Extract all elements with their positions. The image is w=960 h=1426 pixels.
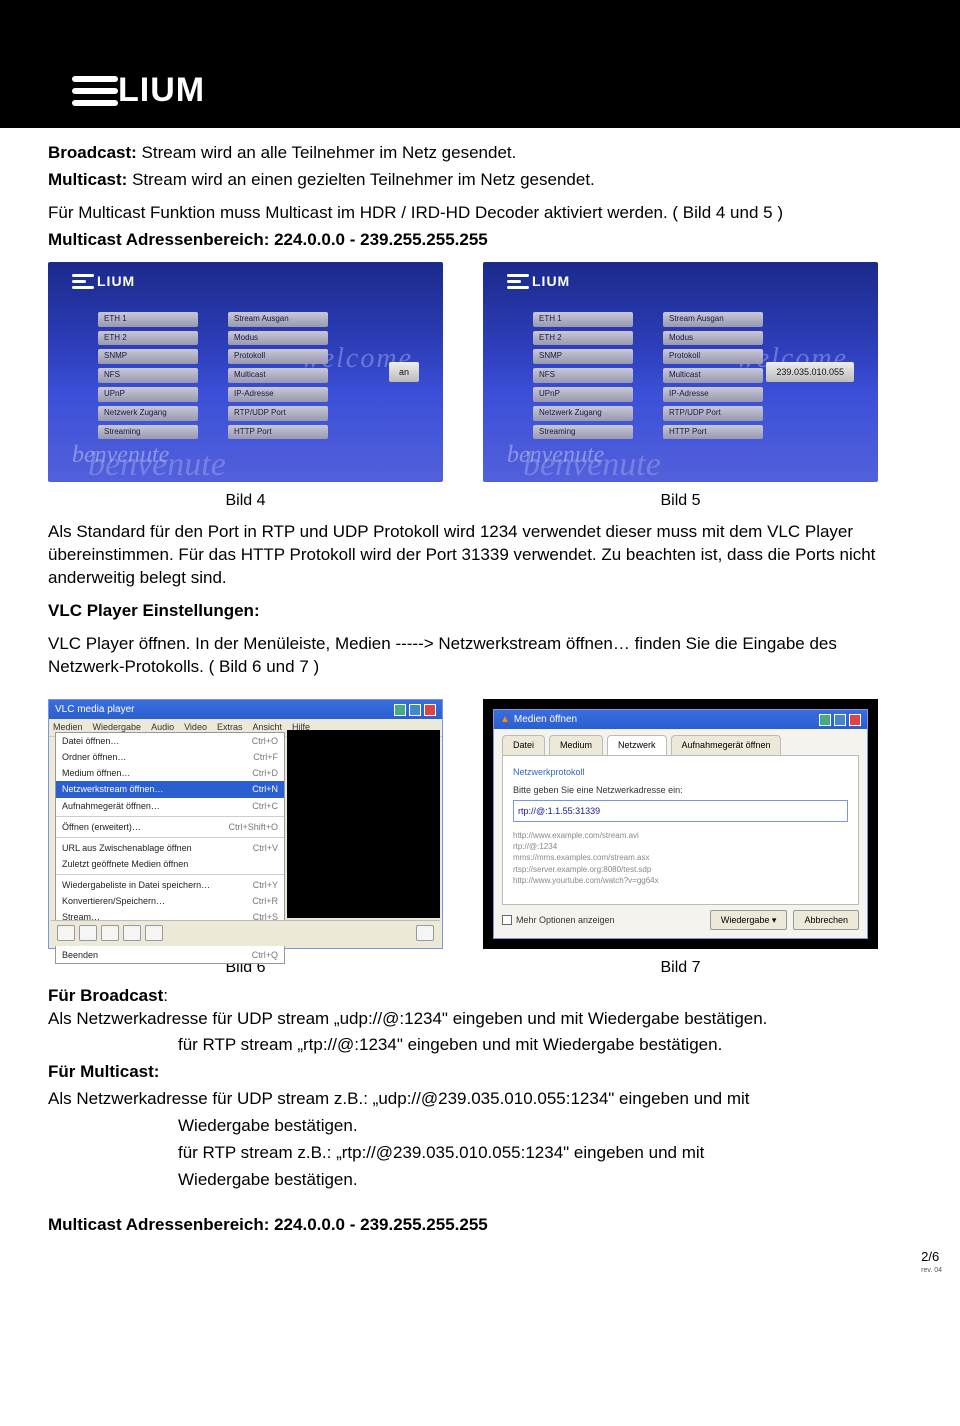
dialog-tab[interactable]: Medium [549, 735, 603, 754]
menu-item: Streaming [98, 425, 198, 440]
menu-item: Netzwerk Zugang [98, 406, 198, 421]
menu-item: ETH 1 [98, 312, 198, 327]
menu-item: Modus [228, 331, 328, 346]
page-content: Broadcast: Stream wird an alle Teilnehme… [0, 128, 960, 1285]
page-number: 2/6 rev. 04 [921, 1248, 942, 1275]
logo: LIUM [72, 68, 205, 114]
menu-item[interactable]: URL aus Zwischenablage öffnenCtrl+V [56, 840, 284, 856]
dialog-examples: http://www.example.com/stream.avirtp://@… [513, 830, 848, 886]
broadcast-text: Stream wird an alle Teilnehmer im Netz g… [137, 143, 517, 162]
dialog-tabs: DateiMediumNetzwerkAufnahmegerät öffnen [494, 729, 867, 754]
screenshot-bild5: LIUM welcome ETH 1ETH 2SNMPNFSUPnPNetzwe… [483, 262, 878, 482]
screenshot-bild4: LIUM welcome ETH 1ETH 2SNMPNFSUPnPNetzwe… [48, 262, 443, 482]
dialog-panel: Netzwerkprotokoll Bitte geben Sie eine N… [502, 755, 859, 905]
menu-item: RTP/UDP Port [228, 406, 328, 421]
menu-item: UPnP [98, 387, 198, 402]
vlc-title: VLC media player [55, 703, 134, 717]
menu-item: HTTP Port [228, 425, 328, 440]
menu-item[interactable]: Öffnen (erweitert)…Ctrl+Shift+O [56, 819, 284, 835]
vlc-video-area [287, 730, 440, 918]
caption-row-1: Bild 4 Bild 5 [48, 490, 912, 512]
highlight-4: an [389, 362, 419, 382]
broadcast-line: Broadcast: Stream wird an alle Teilnehme… [48, 142, 912, 165]
broadcast-heading: Für Broadcast [48, 986, 163, 1005]
vlc-controls [51, 920, 440, 946]
menu-item: Multicast [228, 368, 328, 383]
menu-item: Modus [663, 331, 763, 346]
caption-bild7: Bild 7 [483, 957, 878, 979]
broadcast-label: Broadcast: [48, 143, 137, 162]
menu-item: RTP/UDP Port [663, 406, 763, 421]
menu-item[interactable]: Datei öffnen…Ctrl+O [56, 733, 284, 749]
network-address-field[interactable]: rtp://@:1.1.55:31339 [513, 800, 848, 822]
multicast-udp-1: Als Netzwerkadresse für UDP stream z.B.:… [48, 1088, 912, 1111]
multicast-label: Multicast: [48, 170, 127, 189]
menu-item: Stream Ausgan [228, 312, 328, 327]
body-vlc-open: VLC Player öffnen. In der Menüleiste, Me… [48, 633, 912, 679]
screenshot-row-1: LIUM welcome ETH 1ETH 2SNMPNFSUPnPNetzwe… [48, 262, 912, 482]
dialog-tab[interactable]: Datei [502, 735, 545, 754]
menu-item: ETH 2 [98, 331, 198, 346]
menu-item[interactable]: Ordner öffnen…Ctrl+F [56, 749, 284, 765]
menu-item: NFS [533, 368, 633, 383]
vlc-settings-heading: VLC Player Einstellungen: [48, 600, 912, 623]
multicast-line: Multicast: Stream wird an einen gezielte… [48, 169, 912, 192]
screenshot-bild6: VLC media player MedienWiedergabeAudioVi… [48, 699, 443, 949]
multicast-udp-2: Wiedergabe bestätigen. [178, 1115, 912, 1138]
menu-item[interactable]: Zuletzt geöffnete Medien öffnen [56, 856, 284, 872]
dialog-tab[interactable]: Aufnahmegerät öffnen [671, 735, 782, 754]
multicast-range-footer: Multicast Adressenbereich: 224.0.0.0 - 2… [48, 1214, 912, 1237]
caption-bild4: Bild 4 [48, 490, 443, 512]
header-bar: LIUM [0, 0, 960, 128]
multicast-heading: Für Multicast: [48, 1061, 912, 1084]
body-port-info: Als Standard für den Port in RTP und UDP… [48, 521, 912, 590]
dialog-label: Bitte geben Sie eine Netzwerkadresse ein… [513, 784, 848, 796]
multicast-rtp-2: Wiedergabe bestätigen. [178, 1169, 912, 1192]
more-options-checkbox[interactable]: Mehr Optionen anzeigen [502, 914, 615, 926]
menu-item: NFS [98, 368, 198, 383]
dialog-tab[interactable]: Netzwerk [607, 735, 667, 754]
menu-item: Streaming [533, 425, 633, 440]
multicast-note: Für Multicast Funktion muss Multicast im… [48, 202, 912, 225]
menu-item: UPnP [533, 387, 633, 402]
broadcast-udp: Als Netzwerkadresse für UDP stream „udp:… [48, 1008, 912, 1031]
screenshot-row-2: VLC media player MedienWiedergabeAudioVi… [48, 699, 912, 949]
menu-item: Protokoll [228, 349, 328, 364]
menu-item[interactable]: Konvertieren/Speichern…Ctrl+R [56, 893, 284, 909]
menu-item: IP-Adresse [663, 387, 763, 402]
logo-text: LIUM [118, 68, 205, 114]
highlight-5: 239.035.010.055 [766, 362, 854, 382]
menu-item: Multicast [663, 368, 763, 383]
menu-item: SNMP [98, 349, 198, 364]
caption-bild5: Bild 5 [483, 490, 878, 512]
multicast-rtp-1: für RTP stream z.B.: „rtp://@239.035.010… [178, 1142, 912, 1165]
menu-item[interactable]: Medium öffnen…Ctrl+D [56, 765, 284, 781]
multicast-text: Stream wird an einen gezielten Teilnehme… [127, 170, 594, 189]
for-broadcast-block: Für Broadcast: [48, 985, 912, 1008]
menu-item[interactable]: BeendenCtrl+Q [56, 947, 284, 963]
menu-item: ETH 2 [533, 331, 633, 346]
menu-item: HTTP Port [663, 425, 763, 440]
menu-item[interactable]: Netzwerkstream öffnen…Ctrl+N [56, 781, 284, 797]
menu-item: ETH 1 [533, 312, 633, 327]
screenshot-bild7: ▲Medien öffnen DateiMediumNetzwerkAufnah… [483, 699, 878, 949]
menu-item[interactable]: Wiedergabeliste in Datei speichern…Ctrl+… [56, 877, 284, 893]
menu-item: IP-Adresse [228, 387, 328, 402]
cancel-button[interactable]: Abbrechen [793, 910, 859, 930]
menu-item: Netzwerk Zugang [533, 406, 633, 421]
play-button[interactable]: Wiedergabe ▾ [710, 910, 788, 930]
dialog-title: Medien öffnen [514, 713, 577, 727]
menu-item: Stream Ausgan [663, 312, 763, 327]
multicast-range: Multicast Adressenbereich: 224.0.0.0 - 2… [48, 229, 912, 252]
menu-item: SNMP [533, 349, 633, 364]
menu-item: Protokoll [663, 349, 763, 364]
broadcast-rtp: für RTP stream „rtp://@:1234" eingeben u… [178, 1034, 912, 1057]
menu-item[interactable]: Aufnahmegerät öffnen…Ctrl+C [56, 798, 284, 814]
